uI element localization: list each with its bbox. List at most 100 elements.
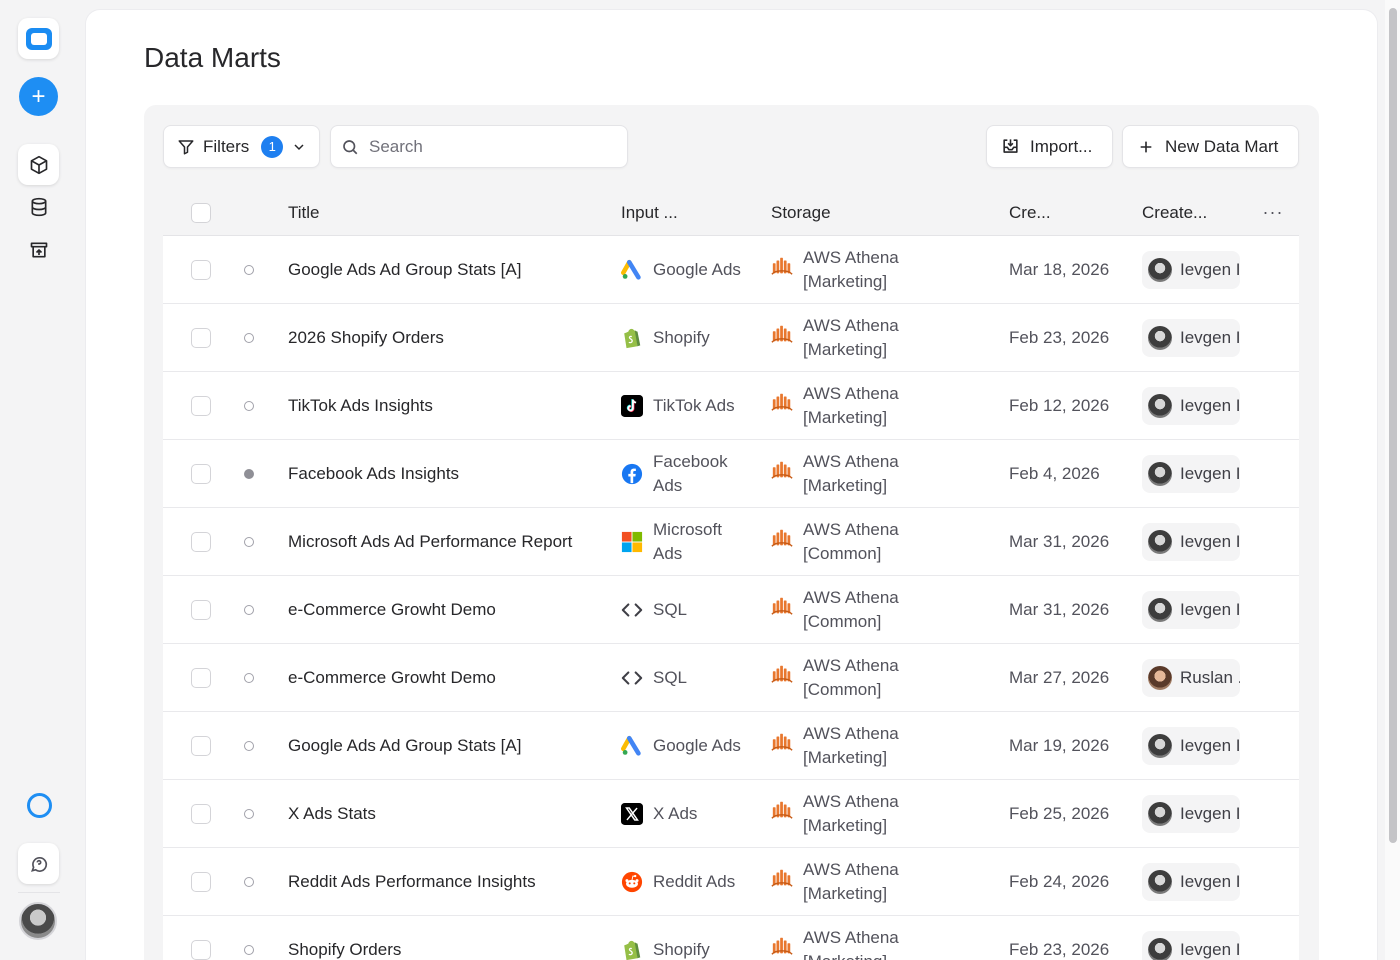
nav-destinations-archive-icon[interactable] — [18, 229, 59, 270]
row-input-label: SQL — [653, 599, 688, 619]
row-input-source: Microsoft Ads — [621, 518, 761, 566]
table-row[interactable]: Google Ads Ad Group Stats [A] Google Ads A… — [163, 712, 1299, 780]
creator-avatar — [1148, 733, 1172, 758]
status-dot-icon — [244, 876, 254, 887]
row-storage-type: AWS Athena — [803, 587, 899, 607]
row-creator-name: Ievgen I — [1180, 599, 1240, 619]
row-creator-chip[interactable]: Ruslan . — [1142, 658, 1240, 697]
creator-avatar — [1148, 869, 1172, 894]
row-title[interactable]: Facebook Ads Insights — [288, 464, 459, 484]
row-creator-name: Ievgen I — [1180, 803, 1240, 823]
aws-athena-icon — [771, 935, 793, 960]
row-creator-chip[interactable]: Ievgen I — [1142, 726, 1240, 765]
row-checkbox[interactable] — [191, 803, 211, 824]
table-row[interactable]: X Ads Stats X Ads AWS Athena [Marketing] Feb… — [163, 780, 1299, 848]
nav-storage-database-icon[interactable] — [18, 186, 59, 227]
row-checkbox[interactable] — [191, 735, 211, 756]
row-storage-type: AWS Athena — [803, 927, 899, 947]
app-logo[interactable] — [18, 18, 59, 59]
aws-athena-icon — [771, 459, 793, 488]
row-creator-name: Ievgen I — [1180, 939, 1240, 959]
header-created-at[interactable]: Cre... — [1009, 203, 1051, 223]
header-input-source[interactable]: Input ... — [621, 203, 678, 223]
row-checkbox[interactable] — [191, 871, 211, 892]
column-options-more-icon[interactable]: ··· — [1262, 202, 1284, 223]
header-storage[interactable]: Storage — [771, 203, 831, 223]
status-dot-icon — [244, 740, 254, 751]
table-row[interactable]: e-Commerce Growht Demo SQL AWS Athena [Comm… — [163, 644, 1299, 712]
table-row[interactable]: e-Commerce Growht Demo SQL AWS Athena [Comm… — [163, 576, 1299, 644]
table-row[interactable]: TikTok Ads Insights TikTok Ads AWS Athena [… — [163, 372, 1299, 440]
aws-athena-icon — [771, 799, 793, 828]
status-dot-icon — [244, 536, 254, 547]
row-creator-chip[interactable]: Ievgen I — [1142, 250, 1240, 289]
row-title[interactable]: Google Ads Ad Group Stats [A] — [288, 260, 521, 280]
row-checkbox[interactable] — [191, 667, 211, 688]
row-input-source: Google Ads — [621, 258, 761, 282]
row-storage-name: [Marketing] — [803, 952, 887, 960]
row-checkbox[interactable] — [191, 463, 211, 484]
import-button[interactable]: Import... — [986, 125, 1113, 168]
row-title[interactable]: 2026 Shopify Orders — [288, 328, 444, 348]
table-row[interactable]: Facebook Ads Insights Facebook Ads AWS Ath… — [163, 440, 1299, 508]
row-storage: AWS Athena [Marketing] — [771, 926, 981, 960]
row-title[interactable]: Reddit Ads Performance Insights — [288, 872, 536, 892]
creator-avatar — [1148, 665, 1172, 690]
rail-divider — [18, 892, 60, 893]
row-creator-chip[interactable]: Ievgen I — [1142, 930, 1240, 960]
row-creator-chip[interactable]: Ievgen I — [1142, 386, 1240, 425]
row-checkbox[interactable] — [191, 939, 211, 960]
row-creator-chip[interactable]: Ievgen I — [1142, 454, 1240, 493]
new-data-mart-button[interactable]: New Data Mart — [1122, 125, 1299, 168]
import-label: Import... — [1030, 136, 1093, 156]
table-row[interactable]: Shopify Orders Shopify AWS Athena [Marketin… — [163, 916, 1299, 960]
table-row[interactable]: Google Ads Ad Group Stats [A] Google Ads A… — [163, 236, 1299, 304]
row-creator-chip[interactable]: Ievgen I — [1142, 318, 1240, 357]
aws-athena-icon — [771, 663, 793, 692]
row-title[interactable]: e-Commerce Growht Demo — [288, 600, 496, 620]
row-title[interactable]: e-Commerce Growht Demo — [288, 668, 496, 688]
row-title[interactable]: TikTok Ads Insights — [288, 396, 433, 416]
support-chat-icon[interactable] — [18, 843, 59, 884]
select-all-checkbox[interactable] — [191, 202, 211, 223]
nav-data-marts-cube-icon[interactable] — [18, 144, 59, 185]
row-checkbox[interactable] — [191, 531, 211, 552]
create-plus-button[interactable]: + — [19, 77, 58, 116]
row-creator-chip[interactable]: Ievgen I — [1142, 590, 1240, 629]
table-row[interactable]: Microsoft Ads Ad Performance Report Micro… — [163, 508, 1299, 576]
table-row[interactable]: Reddit Ads Performance Insights Reddit Ad… — [163, 848, 1299, 916]
data-marts-card: Filters 1 Import... New Data Mart Title … — [144, 105, 1319, 960]
header-created-by[interactable]: Create... — [1142, 203, 1207, 223]
row-creator-chip[interactable]: Ievgen I — [1142, 862, 1240, 901]
row-creator-chip[interactable]: Ievgen I — [1142, 522, 1240, 561]
user-avatar[interactable] — [19, 902, 57, 940]
filters-button[interactable]: Filters 1 — [163, 125, 320, 168]
row-checkbox[interactable] — [191, 599, 211, 620]
row-title[interactable]: Microsoft Ads Ad Performance Report — [288, 532, 572, 552]
scrollbar-thumb[interactable] — [1389, 8, 1397, 843]
status-ring-icon[interactable] — [27, 793, 52, 818]
row-checkbox[interactable] — [191, 327, 211, 348]
row-title[interactable]: Shopify Orders — [288, 940, 401, 960]
row-creator-name: Ievgen I — [1180, 327, 1240, 347]
row-created-date: Mar 18, 2026 — [1009, 259, 1110, 279]
search-box[interactable] — [330, 125, 628, 168]
header-title[interactable]: Title — [288, 203, 320, 223]
row-creator-chip[interactable]: Ievgen I — [1142, 794, 1240, 833]
row-created-date: Mar 27, 2026 — [1009, 667, 1110, 687]
row-checkbox[interactable] — [191, 395, 211, 416]
row-input-source: Facebook Ads — [621, 450, 761, 498]
plus-icon — [1140, 141, 1152, 152]
row-title[interactable]: X Ads Stats — [288, 804, 376, 824]
row-checkbox[interactable] — [191, 259, 211, 280]
left-rail: + — [0, 0, 78, 960]
search-input[interactable] — [369, 136, 609, 157]
row-storage: AWS Athena [Marketing] — [771, 722, 981, 770]
row-created-date: Feb 23, 2026 — [1009, 327, 1110, 347]
row-storage-type: AWS Athena — [803, 451, 899, 471]
row-storage-type: AWS Athena — [803, 519, 899, 539]
status-dot-icon — [244, 808, 254, 819]
table-row[interactable]: 2026 Shopify Orders Shopify AWS Athena [Mar… — [163, 304, 1299, 372]
reddit-icon — [621, 871, 643, 893]
row-title[interactable]: Google Ads Ad Group Stats [A] — [288, 736, 521, 756]
